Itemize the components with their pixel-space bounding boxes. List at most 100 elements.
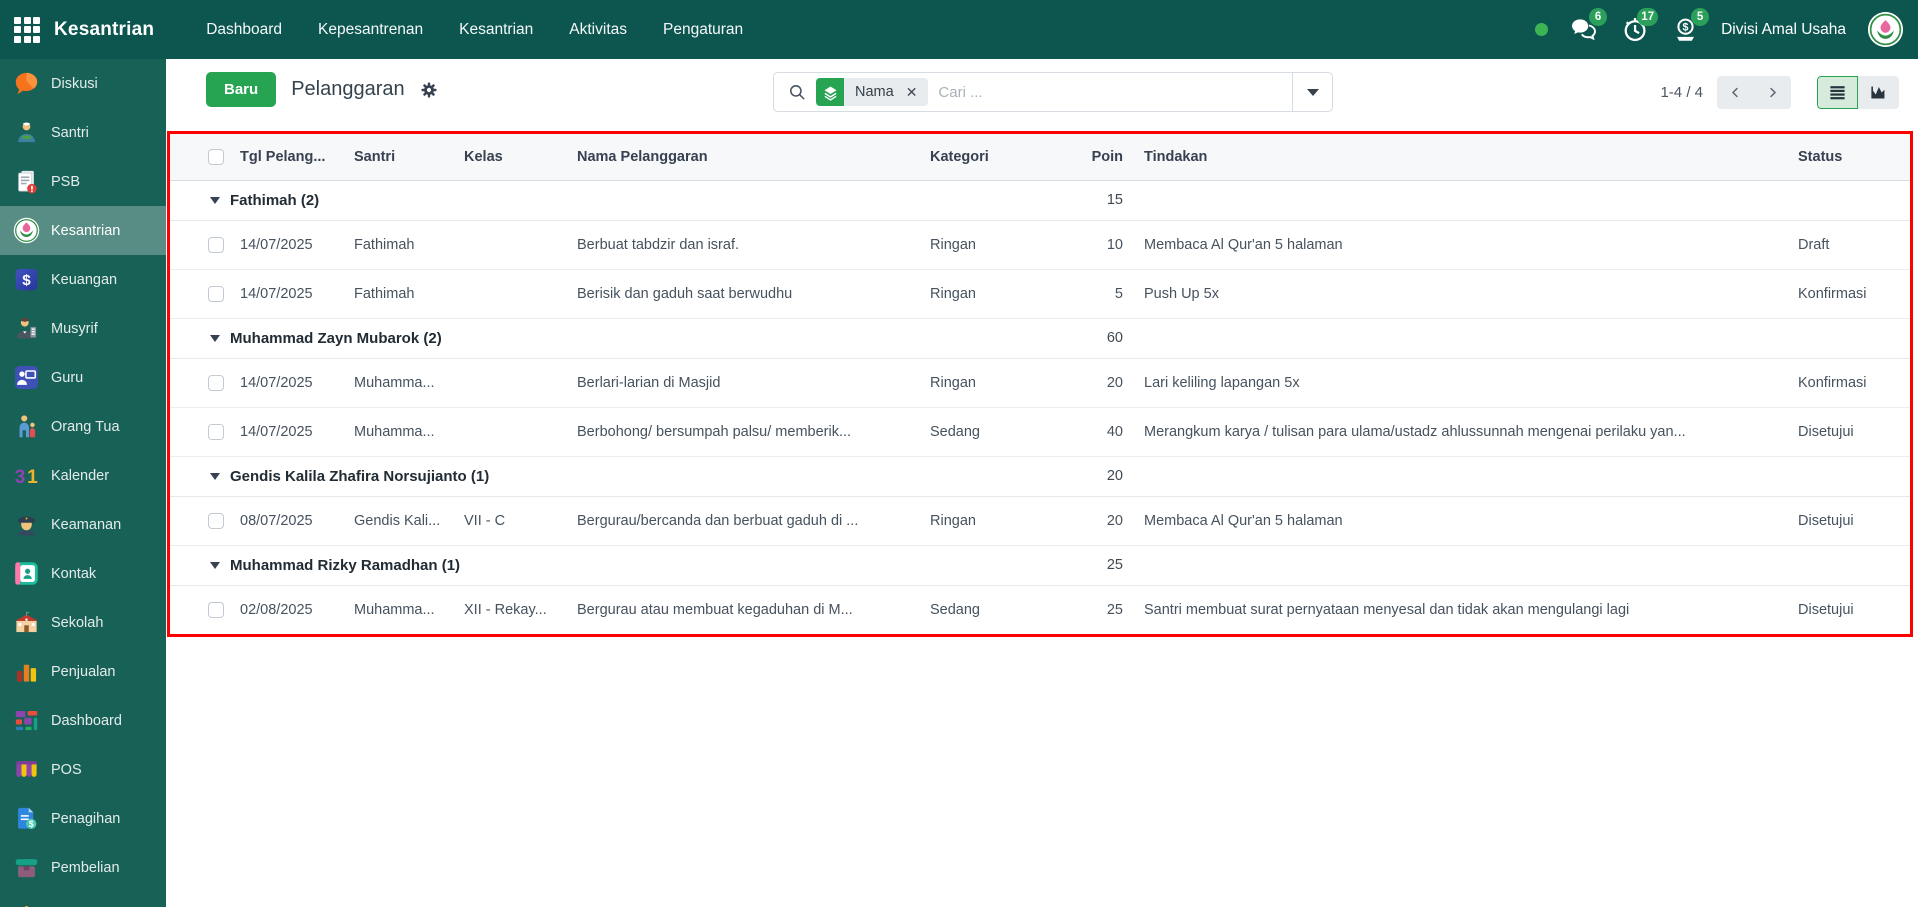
navbar-menu-pengaturan[interactable]: Pengaturan [663,21,743,39]
search-bar[interactable]: Nama ✕ [773,72,1333,112]
sidebar-item-penjualan[interactable]: Penjualan [0,647,166,696]
cell-poin: 25 [1066,585,1136,634]
cell-status: Disetujui [1786,585,1910,634]
row-checkbox[interactable] [208,602,224,618]
select-all-checkbox[interactable] [208,149,224,165]
sidebar-item-dashboard[interactable]: Dashboard [0,696,166,745]
column-header-tindakan[interactable]: Tindakan [1136,134,1786,180]
group-row[interactable]: Gendis Kalila Zhafira Norsujianto (1)20 [170,456,1910,496]
cell-status: Draft [1786,220,1910,269]
search-facet[interactable]: Nama ✕ [816,78,928,106]
chat-icon[interactable]: 6 [1570,16,1597,43]
money-icon[interactable]: $5 [1672,16,1699,43]
caret-down-icon [210,335,220,342]
penjualan-icon [13,658,40,685]
column-header-poin[interactable]: Poin [1066,134,1136,180]
cell-nama: Berbuat tabdzir dan israf. [565,220,918,269]
cell-nama: Berisik dan gaduh saat berwudhu [565,269,918,318]
page-title: Pelanggaran [291,78,404,101]
cell-select [170,269,228,318]
group-label: Fathimah (2) [230,192,319,209]
sidebar-item-penagihan[interactable]: $Penagihan [0,794,166,843]
group-row[interactable]: Muhammad Zayn Mubarok (2)60 [170,318,1910,358]
cell-poin: 5 [1066,269,1136,318]
search-dropdown-toggle[interactable] [1292,73,1332,111]
sidebar-item-kesantrian[interactable]: Kesantrian [0,206,166,255]
table-row[interactable]: 14/07/2025Muhamma...Berlari-larian di Ma… [170,358,1910,407]
cell-kategori: Ringan [918,220,1066,269]
sidebar-item-label: Sekolah [51,615,103,631]
cell-tindakan: Santri membuat surat pernyataan menyesal… [1136,585,1786,634]
column-header-status[interactable]: Status [1786,134,1910,180]
avatar[interactable] [1868,12,1903,47]
column-header-kategori[interactable]: Kategori [918,134,1066,180]
sidebar-item-musyrif[interactable]: Musyrif [0,304,166,353]
table-row[interactable]: 02/08/2025Muhamma...XII - Rekay...Bergur… [170,585,1910,634]
row-checkbox[interactable] [208,513,224,529]
group-row[interactable]: Muhammad Rizky Ramadhan (1)25 [170,545,1910,585]
pager-next-button[interactable] [1754,76,1791,109]
sidebar-item-kalender[interactable]: 31Kalender [0,451,166,500]
list-view-button[interactable] [1817,76,1858,109]
table-row[interactable]: 14/07/2025Muhamma...Berbohong/ bersumpah… [170,407,1910,456]
column-header-nama[interactable]: Nama Pelanggaran [565,134,918,180]
gear-icon[interactable] [420,81,438,99]
sidebar-item-pos[interactable]: POS [0,745,166,794]
table-row[interactable]: 08/07/2025Gendis Kali...VII - CBergurau/… [170,496,1910,545]
chevron-right-icon [1765,85,1780,100]
cell-poin: 10 [1066,220,1136,269]
navbar-menu-kesantrian[interactable]: Kesantrian [459,21,533,39]
sidebar-item-pembelian[interactable]: Pembelian [0,843,166,892]
cell-select [170,407,228,456]
sidebar-item-sekolah[interactable]: Sekolah [0,598,166,647]
cell-select [170,585,228,634]
column-header-kelas[interactable]: Kelas [452,134,565,180]
sidebar-item-orang-tua[interactable]: Orang Tua [0,402,166,451]
navbar-menu-kepesantrenan[interactable]: Kepesantrenan [318,21,423,39]
group-poin-total: 60 [1066,318,1136,358]
row-checkbox[interactable] [208,375,224,391]
column-header-tgl[interactable]: Tgl Pelang... [228,134,342,180]
search-input[interactable] [938,84,1292,101]
sidebar-item-guru[interactable]: Guru [0,353,166,402]
graph-view-button[interactable] [1858,76,1899,109]
navbar-menu-aktivitas[interactable]: Aktivitas [569,21,627,39]
cell-santri: Muhamma... [342,407,452,456]
sidebar-item-stok-persediaan[interactable]: Stok Persediaan [0,892,166,907]
violations-table-annotation-box: Tgl Pelang... Santri Kelas Nama Pelangga… [167,131,1913,637]
row-checkbox[interactable] [208,424,224,440]
sidebar-item-psb[interactable]: PSB [0,157,166,206]
cell-kategori: Sedang [918,585,1066,634]
table-row[interactable]: 14/07/2025FathimahBerisik dan gaduh saat… [170,269,1910,318]
table-row[interactable]: 14/07/2025FathimahBerbuat tabdzir dan is… [170,220,1910,269]
sidebar-item-santri[interactable]: Santri [0,108,166,157]
table-header-row: Tgl Pelang... Santri Kelas Nama Pelangga… [170,134,1910,180]
sidebar-item-label: Penjualan [51,664,116,680]
sidebar-item-keamanan[interactable]: Keamanan [0,500,166,549]
main-content: Baru Pelanggaran Nama ✕ 1-4 / 4 [166,59,1918,907]
cell-status: Konfirmasi [1786,358,1910,407]
new-record-button[interactable]: Baru [206,72,276,107]
pager-previous-button[interactable] [1717,76,1754,109]
column-header-santri[interactable]: Santri [342,134,452,180]
facet-remove-icon[interactable]: ✕ [904,85,929,99]
apps-grid-icon[interactable] [14,17,40,43]
group-row[interactable]: Fathimah (2)15 [170,180,1910,220]
cell-nama: Bergurau/bercanda dan berbuat gaduh di .… [565,496,918,545]
cell-kategori: Ringan [918,269,1066,318]
app-brand[interactable]: Kesantrian [54,19,154,41]
svg-text:1: 1 [27,467,38,488]
user-company-label[interactable]: Divisi Amal Usaha [1721,21,1846,39]
clock-icon[interactable]: 17 [1621,16,1648,43]
row-checkbox[interactable] [208,237,224,253]
cell-tgl: 14/07/2025 [228,269,342,318]
sidebar-item-diskusi[interactable]: Diskusi [0,59,166,108]
row-checkbox[interactable] [208,286,224,302]
cell-tindakan: Membaca Al Qur'an 5 halaman [1136,496,1786,545]
caret-down-icon [210,473,220,480]
online-status-dot [1535,23,1548,36]
navbar-menu-dashboard[interactable]: Dashboard [206,21,282,39]
sidebar-item-kontak[interactable]: Kontak [0,549,166,598]
group-by-layers-icon [816,78,844,106]
sidebar-item-keuangan[interactable]: $Keuangan [0,255,166,304]
